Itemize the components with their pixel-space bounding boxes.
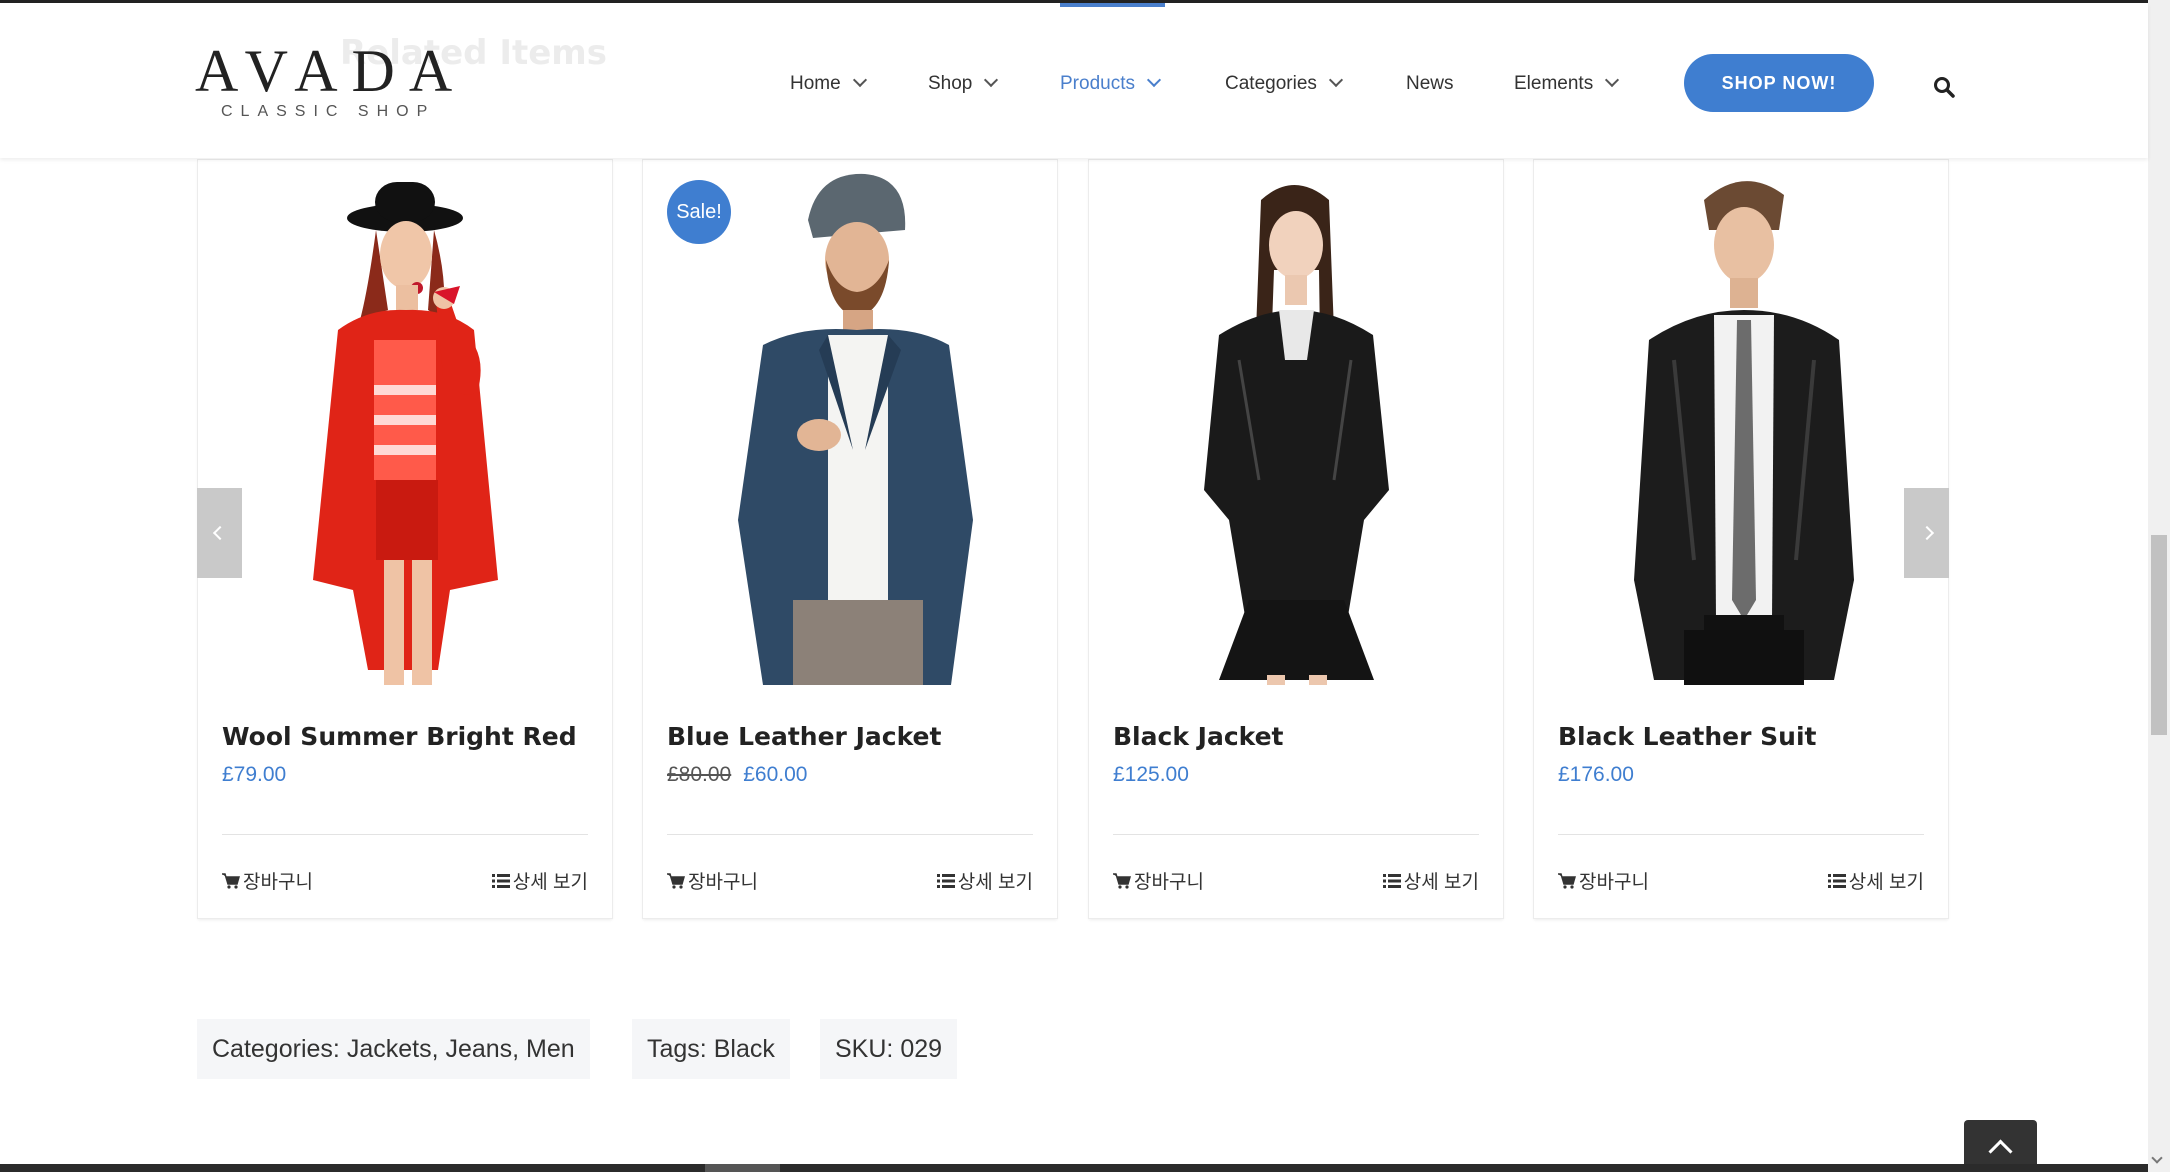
old-price: £80.00 <box>667 763 732 786</box>
carousel-next-button[interactable] <box>1904 488 1949 578</box>
add-to-cart-label: 장바구니 <box>688 872 758 893</box>
cart-icon <box>1558 872 1576 889</box>
current-price: £125.00 <box>1113 763 1189 786</box>
nav-item-categories[interactable]: Categories <box>1225 72 1343 95</box>
chevron-down-icon <box>1605 72 1620 88</box>
product-card: Sale! Blue Leather Jacket £80.00 £60.00 장… <box>643 160 1057 918</box>
list-icon <box>1827 873 1846 888</box>
shop-now-button[interactable]: SHOP NOW! <box>1684 54 1874 112</box>
current-price: £176.00 <box>1558 763 1634 786</box>
product-price: £79.00 <box>222 763 286 787</box>
cart-icon <box>667 872 685 889</box>
nav-item-news[interactable]: News <box>1406 73 1454 95</box>
view-details-label: 상세 보기 <box>1403 872 1479 893</box>
chevron-down-icon <box>1328 72 1343 88</box>
sale-badge: Sale! <box>667 180 731 244</box>
chevron-down-icon <box>852 72 867 88</box>
product-sku: SKU: 029 <box>820 1019 958 1079</box>
add-to-cart-button[interactable]: 장바구니 <box>222 867 313 894</box>
product-name[interactable]: Wool Summer Bright Red <box>222 722 577 751</box>
divider <box>222 834 588 835</box>
site-logo[interactable]: AVADA CLASSIC SHOP <box>195 38 467 121</box>
chevron-down-icon <box>984 72 999 88</box>
horizontal-scrollbar-thumb[interactable] <box>705 1164 780 1172</box>
view-details-label: 상세 보기 <box>512 872 588 893</box>
nav-item-home[interactable]: Home <box>790 72 867 95</box>
list-icon <box>491 873 510 888</box>
nav-item-label: Elements <box>1514 73 1594 94</box>
product-price: £80.00 £60.00 <box>667 763 807 787</box>
product-image[interactable] <box>198 160 612 685</box>
cart-icon <box>1113 872 1131 889</box>
divider <box>667 834 1033 835</box>
product-card: Black Leather Suit £176.00 장바구니 상세 보기 <box>1534 160 1948 918</box>
nav-item-label: Home <box>790 73 841 94</box>
nav-item-shop[interactable]: Shop <box>928 72 999 95</box>
tags-link[interactable]: Black <box>714 1035 775 1064</box>
nav-item-label: Shop <box>928 73 973 94</box>
carousel-prev-button[interactable] <box>197 488 242 578</box>
view-details-button[interactable]: 상세 보기 <box>1382 867 1479 894</box>
active-nav-indicator <box>1060 3 1165 7</box>
logo-wordmark: AVADA <box>195 38 467 104</box>
vertical-scrollbar-thumb[interactable] <box>2151 535 2167 735</box>
sku-value: 029 <box>900 1034 943 1063</box>
scroll-down-arrow-icon[interactable] <box>2151 1152 2163 1164</box>
divider <box>1558 834 1924 835</box>
nav-item-label: Products <box>1060 73 1135 94</box>
view-details-label: 상세 보기 <box>957 872 1033 893</box>
site-header: Related Items AVADA CLASSIC SHOP Home Sh… <box>0 3 2148 158</box>
product-name[interactable]: Black Jacket <box>1113 722 1284 751</box>
add-to-cart-button[interactable]: 장바구니 <box>667 867 758 894</box>
product-price: £125.00 <box>1113 763 1189 787</box>
divider <box>1113 834 1479 835</box>
product-name[interactable]: Blue Leather Jacket <box>667 722 941 751</box>
tags-label: Tags: <box>647 1034 707 1063</box>
view-details-label: 상세 보기 <box>1848 872 1924 893</box>
chevron-up-icon <box>1988 1138 2013 1164</box>
sku-label: SKU: <box>835 1034 894 1063</box>
list-icon <box>936 873 955 888</box>
product-image[interactable] <box>1089 160 1503 685</box>
current-price: £79.00 <box>222 763 287 786</box>
page: Related Items AVADA CLASSIC SHOP Home Sh… <box>0 0 2148 1172</box>
product-tags: Tags: Black <box>632 1019 790 1079</box>
add-to-cart-label: 장바구니 <box>243 872 313 893</box>
view-details-button[interactable]: 상세 보기 <box>1827 867 1924 894</box>
nav-item-label: News <box>1406 73 1454 94</box>
add-to-cart-button[interactable]: 장바구니 <box>1558 867 1649 894</box>
add-to-cart-label: 장바구니 <box>1579 872 1649 893</box>
chevron-down-icon <box>1146 72 1162 88</box>
product-card: Wool Summer Bright Red £79.00 장바구니 상세 보기 <box>198 160 612 918</box>
product-price: £176.00 <box>1558 763 1634 787</box>
vertical-scrollbar[interactable] <box>2148 0 2170 1172</box>
product-name[interactable]: Black Leather Suit <box>1558 722 1816 751</box>
current-price: £60.00 <box>743 763 808 786</box>
nav-item-label: Categories <box>1225 73 1317 94</box>
list-icon <box>1382 873 1401 888</box>
categories-label: Categories: <box>212 1034 340 1063</box>
add-to-cart-label: 장바구니 <box>1134 872 1204 893</box>
product-image[interactable] <box>1534 160 1948 685</box>
view-details-button[interactable]: 상세 보기 <box>491 867 588 894</box>
product-categories: Categories: Jackets, Jeans, Men <box>197 1019 590 1079</box>
categories-links[interactable]: Jackets, Jeans, Men <box>347 1035 575 1064</box>
chevron-right-icon <box>1919 525 1934 541</box>
view-details-button[interactable]: 상세 보기 <box>936 867 1033 894</box>
logo-tagline: CLASSIC SHOP <box>221 103 436 120</box>
chevron-left-icon <box>212 525 227 541</box>
nav-item-products[interactable]: Products <box>1060 72 1162 95</box>
add-to-cart-button[interactable]: 장바구니 <box>1113 867 1204 894</box>
horizontal-scrollbar[interactable] <box>0 1164 2148 1172</box>
search-icon[interactable] <box>1933 76 1955 98</box>
cart-icon <box>222 872 240 889</box>
product-card: Black Jacket £125.00 장바구니 상세 보기 <box>1089 160 1503 918</box>
nav-item-elements[interactable]: Elements <box>1514 72 1620 95</box>
